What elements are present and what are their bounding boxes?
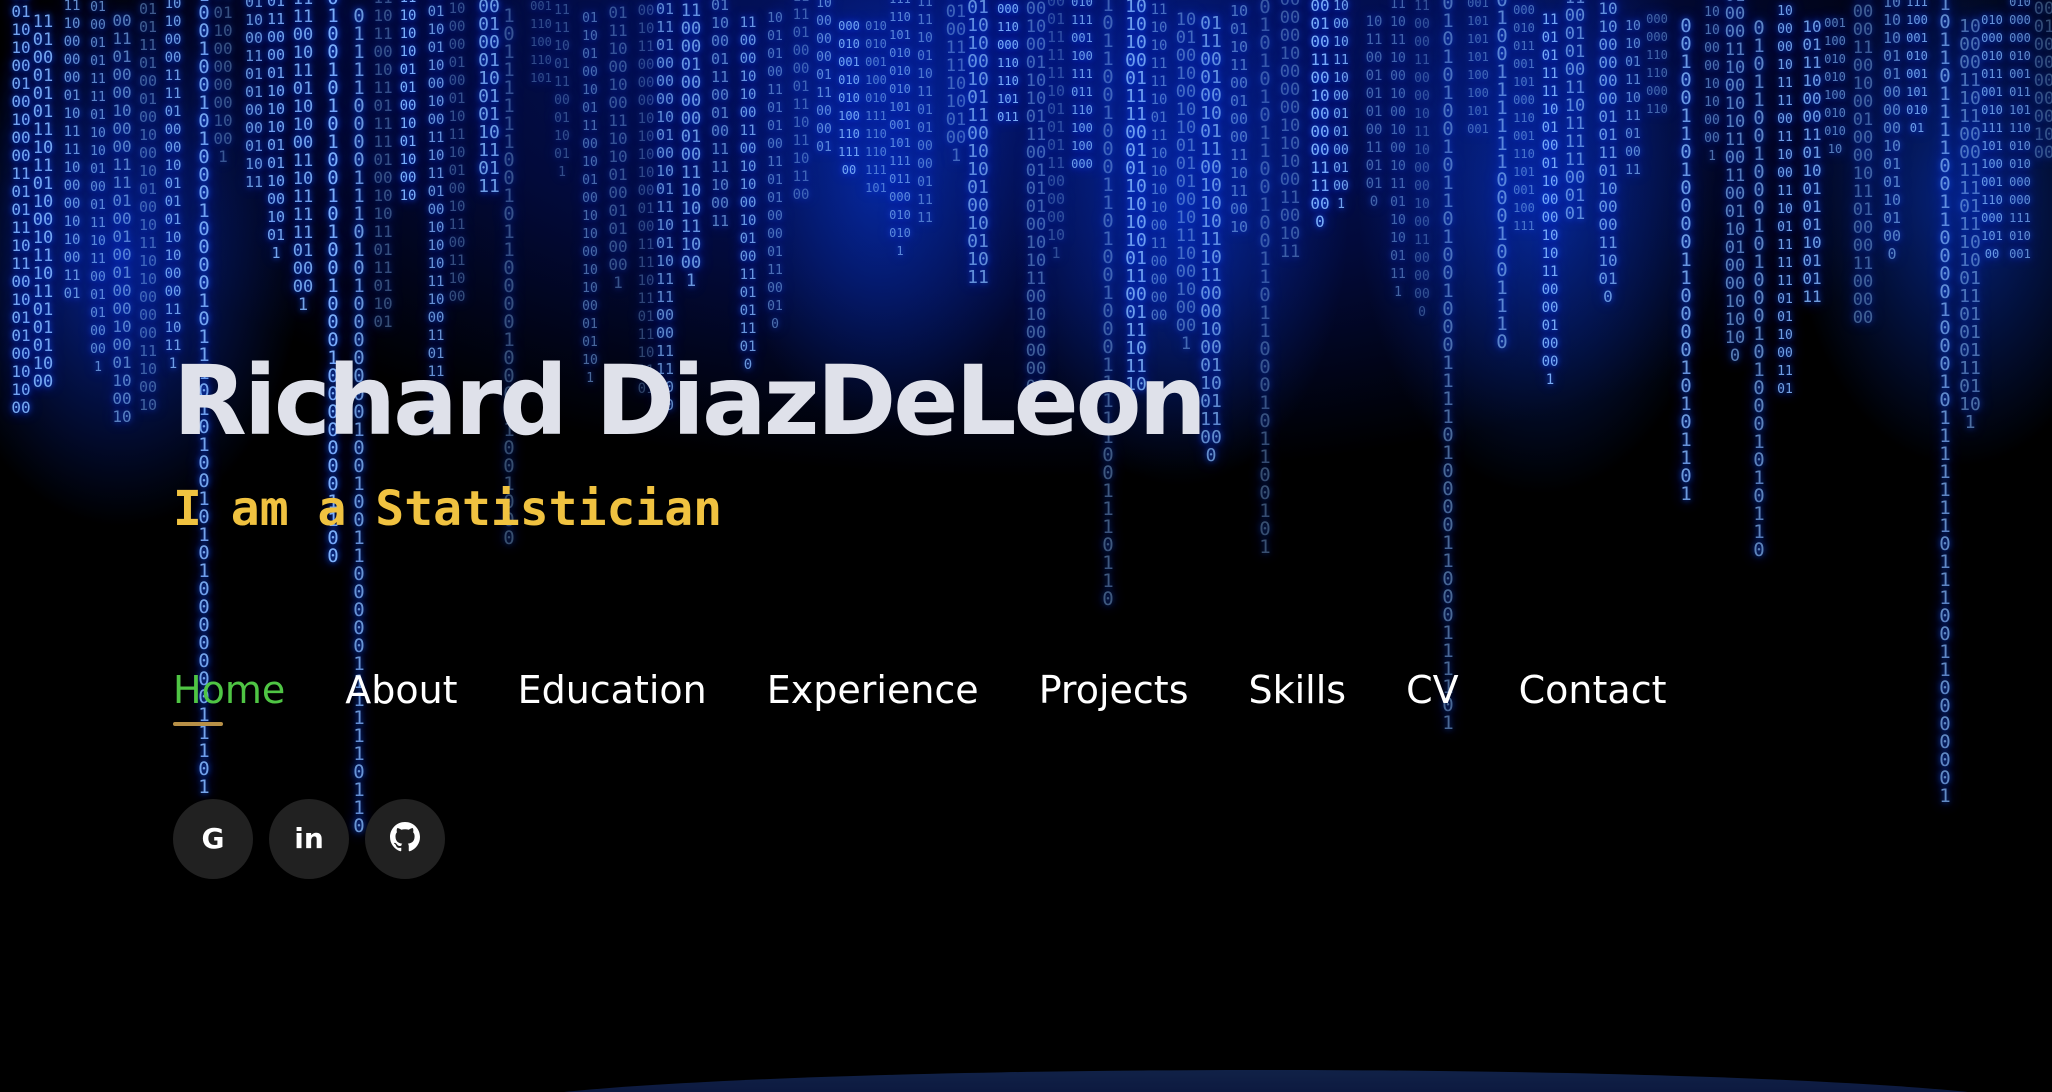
matrix-rain-column: 0100000100110010101111011000011100001010…	[1981, 13, 2003, 261]
matrix-rain-column: 010010001100010111110110111101	[865, 19, 887, 195]
matrix-rain-column: 0101001111101001001	[945, 0, 967, 166]
nav-item-label: Skills	[1248, 668, 1347, 712]
matrix-rain-column: 001001111110001001110	[1496, 0, 1508, 353]
matrix-rain-column: 1101011111100100011000001010110000010000…	[1541, 12, 1559, 388]
matrix-rain-column: 0101101000010010000011010111101100100101…	[11, 0, 31, 417]
nav-item-cv[interactable]: CV	[1406, 665, 1459, 715]
matrix-rain-column: 0001000101111101101001000111101100010100…	[90, 0, 106, 375]
matrix-rain-column: 0001101000100111001010010010011011	[967, 0, 989, 288]
matrix-rain-column: 0111100010001110100100010100001	[608, 3, 628, 292]
matrix-rain-column: 11100000000111000001	[816, 0, 832, 155]
nav-item-label: About	[345, 668, 458, 712]
nav-item-label: Education	[517, 668, 707, 712]
matrix-rain-column: 101000000100011011100100101100111000	[448, 1, 466, 305]
google-icon: G	[201, 822, 225, 855]
matrix-rain-column: 00111010111110011110101010001100000000	[1150, 2, 1168, 324]
matrix-rain-column: 0001011101000100100010010010111010000000…	[138, 0, 158, 414]
matrix-rain-column: 10101001010000001001011001000	[1882, 0, 1902, 263]
linkedin-icon: in	[294, 822, 324, 855]
nav-item-projects[interactable]: Projects	[1039, 665, 1189, 715]
matrix-rain-column: 1010101000011111000101101010100111000111…	[1125, 0, 1147, 395]
matrix-rain-column: 00001000101001010011011100	[838, 19, 860, 177]
hero-name: Richard DiazDeLeon	[173, 345, 1207, 457]
matrix-rain-column: 11000101001110111111000101	[1564, 0, 1586, 224]
nav-item-education[interactable]: Education	[518, 665, 707, 715]
nav-item-label: Experience	[766, 668, 979, 712]
nav-item-label: Home	[173, 668, 286, 712]
nav-item-label: Contact	[1518, 668, 1667, 712]
matrix-rain-column: 000000110000110110101011	[997, 2, 1019, 124]
main-nav: Home About Education Experience Projects…	[173, 665, 1667, 726]
linkedin-link-button[interactable]: in	[269, 799, 349, 879]
social-links: G in	[173, 799, 445, 879]
hero-tagline: I am a Statistician	[173, 481, 723, 537]
matrix-rain-column: 1111000011000010111000001000110000000	[1414, 0, 1430, 320]
matrix-rain-column: 0011010000100000111101000100010000100001…	[112, 11, 132, 426]
matrix-rain-column: 0001100001110001001111100011	[710, 0, 730, 230]
matrix-rain-column: 0000011111111001010111000000101	[1046, 0, 1066, 262]
github-icon	[390, 822, 420, 856]
nav-item-skills[interactable]: Skills	[1249, 665, 1347, 715]
matrix-rain-column: 0011111001101101010000011111	[917, 0, 933, 226]
matrix-rain-column: 00000100000000001000	[2033, 0, 2052, 163]
matrix-rain-column: 101001111011010011	[1625, 19, 1641, 178]
nav-item-label: CV	[1406, 668, 1459, 712]
matrix-rain-column: 1000001011110011100011100111111101011000…	[1777, 4, 1793, 397]
matrix-rain-column: 0010000110100111000101010010101100100000…	[1025, 0, 1047, 397]
matrix-rain-column: 10011011000100001110110010	[1229, 2, 1249, 236]
matrix-rain-column: 000000110110000110	[1646, 12, 1668, 116]
matrix-background: 0101101000010010000011010111101100100101…	[0, 0, 2052, 1092]
nav-active-underline	[173, 722, 223, 726]
matrix-rain-column: 0110001101010000011011	[244, 0, 264, 191]
matrix-rain-column: 101100010101001101010	[1365, 14, 1383, 210]
nav-item-experience[interactable]: Experience	[767, 665, 979, 715]
matrix-rain-column: 10000000100000001010100011001011	[1279, 0, 1301, 262]
nav-item-label: Projects	[1038, 668, 1189, 712]
matrix-rain-column: 10001100000100000001001110101110001	[680, 0, 702, 291]
matrix-rain-column: 0011110010110110100011101111110100001	[292, 0, 314, 315]
matrix-rain-column: 1010100000101000001	[1704, 0, 1720, 164]
nav-item-contact[interactable]: Contact	[1519, 665, 1667, 715]
matrix-rain-column: 0010001011100001010001001	[1333, 0, 1349, 212]
matrix-rain-column: 110010111001100111011110100100000	[1071, 0, 1093, 171]
matrix-rain-column: 0110100000111101000010010101101000001110…	[164, 0, 182, 372]
matrix-rain-column: 01101111100111000110011	[554, 3, 570, 180]
matrix-rain-column: 10011110000101000110101001	[1906, 0, 1928, 135]
matrix-rain-column: 101010001110100110101	[530, 0, 552, 85]
nav-item-home[interactable]: Home	[173, 665, 286, 726]
matrix-rain-column: 1101110000011010100101100010011	[266, 0, 286, 262]
matrix-rain-column: 111010100101001001100010	[399, 0, 417, 204]
matrix-rain-column: 001101101101100100101001	[1467, 0, 1489, 136]
matrix-rain-column: 110000101000110010100010010011010111010	[739, 15, 757, 373]
google-link-button[interactable]: G	[173, 799, 253, 879]
matrix-rain-column: 1001111101010100100101010011011110110000…	[889, 0, 911, 258]
github-link-button[interactable]	[365, 799, 445, 879]
matrix-rain-column: 01101000000000010111011000001110010	[1598, 0, 1618, 306]
matrix-rain-column: 0001000110010110110111	[478, 0, 500, 197]
matrix-rain-column: 000101100000000010001	[213, 0, 233, 166]
matrix-rain-column: 1001001000101001010100101110001000001	[1175, 10, 1197, 354]
matrix-rain-column: 0011111011100010001000101101101001111	[1390, 0, 1406, 300]
matrix-rain-column: 0110010010011100100100101000101000010110…	[582, 11, 598, 386]
matrix-rain-column: 10010100110101001101010000011100010	[767, 11, 783, 332]
matrix-rain-column: 1010000100110011010001100011101010011001…	[1513, 3, 1535, 233]
matrix-rain-column: 0010100000000100010111011100100100000001…	[2009, 0, 2031, 261]
matrix-rain-column: 11101100101101111101001010110111011001	[373, 0, 393, 331]
matrix-rain-column: 00110001001010001001010	[1824, 16, 1846, 156]
matrix-rain-column: 00011110000000011011111000001010001101	[63, 0, 81, 302]
matrix-rain-column: 1101000101011110110110001011101101010110…	[32, 12, 54, 392]
matrix-rain-column: 01000001001100100000001111000	[1310, 0, 1330, 231]
nav-item-about[interactable]: About	[345, 665, 457, 715]
matrix-rain-column: 01111101000001111011101100	[792, 0, 810, 203]
matrix-rain-column: 1001000011100010101100110001100100001010…	[1724, 0, 1746, 366]
matrix-rain-column: 10011110000011011001010110010111	[1802, 17, 1822, 306]
matrix-rain-column: 11000011001000010000101101000011000000	[1852, 0, 1874, 328]
hero-section: Richard DiazDeLeon I am a Statistician	[173, 345, 1973, 539]
